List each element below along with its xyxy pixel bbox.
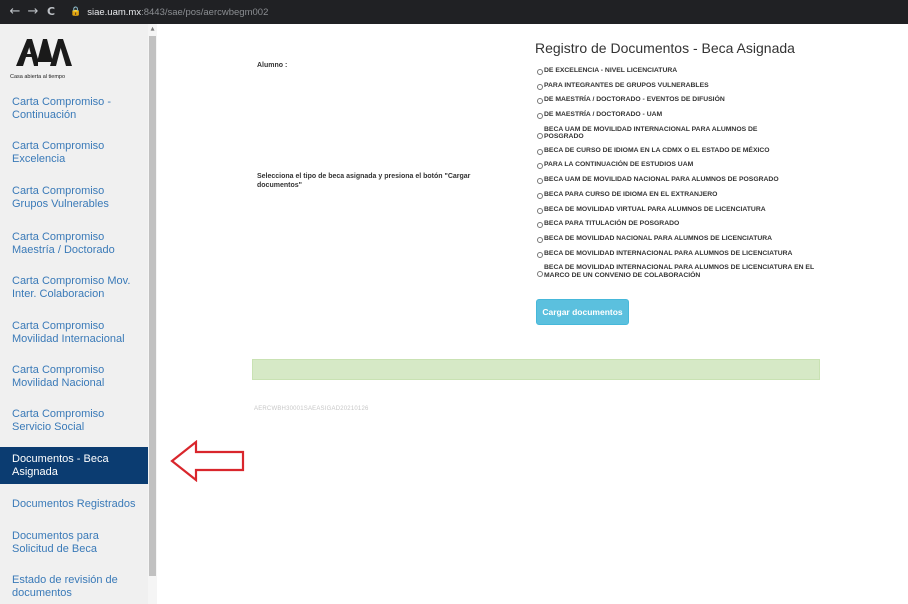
beca-option[interactable]: BECA PARA TITULACIÓN DE POSGRADO <box>537 220 827 229</box>
radio-button[interactable] <box>537 163 543 170</box>
beca-option[interactable]: BECA DE MOVILIDAD INTERNACIONAL PARA ALU… <box>537 250 827 258</box>
beca-option[interactable]: DE MAESTRÍA / DOCTORADO - UAM <box>537 111 827 120</box>
sidebar-item-carta-excelencia[interactable]: Carta Compromiso Excelencia <box>0 140 148 165</box>
radio-button[interactable] <box>537 148 543 155</box>
beca-option-label: BECA DE CURSO DE IDIOMA EN LA CDMX O EL … <box>544 146 770 154</box>
beca-option-label: BECA DE MOVILIDAD INTERNACIONAL PARA ALU… <box>544 264 814 279</box>
sidebar-item-documentos-registrados[interactable]: Documentos Registrados <box>0 498 148 511</box>
reload-icon[interactable]: C <box>42 0 60 24</box>
beca-option[interactable]: BECA DE MOVILIDAD INTERNACIONAL PARA ALU… <box>537 264 827 279</box>
beca-option-label: BECA UAM DE MOVILIDAD NACIONAL PARA ALUM… <box>544 176 779 184</box>
sidebar-item-carta-movilidad-nacional[interactable]: Carta Compromiso Movilidad Nacional <box>0 364 148 389</box>
sidebar-item-documentos-beca-asignada[interactable]: Documentos - Beca Asignada <box>0 447 148 484</box>
sidebar-item-carta-grupos-vulnerables[interactable]: Carta Compromiso Grupos Vulnerables <box>0 185 148 210</box>
sidebar-item-carta-movilidad-internacional[interactable]: Carta Compromiso Movilidad Internacional <box>0 320 148 345</box>
uam-logo-icon <box>16 39 72 66</box>
beca-option-label: BECA DE MOVILIDAD NACIONAL PARA ALUMNOS … <box>544 234 773 242</box>
cargar-documentos-button[interactable]: Cargar documentos <box>536 299 629 325</box>
beca-option[interactable]: DE EXCELENCIA - NIVEL LICENCIATURA <box>537 67 827 75</box>
sidebar-item-carta-maestria-doctorado[interactable]: Carta Compromiso Maestría / Doctorado <box>0 231 148 256</box>
url-path: :8443/sae/pos/aercwbegm002 <box>141 6 269 18</box>
red-arrow-icon <box>170 440 245 482</box>
alumno-label: Alumno : <box>257 62 288 69</box>
beca-option-label: BECA DE MOVILIDAD INTERNACIONAL PARA ALU… <box>544 249 793 257</box>
beca-option[interactable]: BECA UAM DE MOVILIDAD INTERNACIONAL PARA… <box>537 126 827 141</box>
beca-option[interactable]: BECA PARA CURSO DE IDIOMA EN EL EXTRANJE… <box>537 191 827 199</box>
status-alert-bar <box>252 359 820 380</box>
sidebar-scroll-thumb[interactable] <box>149 36 156 576</box>
radio-button[interactable] <box>537 132 543 139</box>
radio-button[interactable] <box>537 178 543 185</box>
radio-button[interactable] <box>537 83 543 90</box>
lock-icon: 🔒 <box>70 7 82 17</box>
beca-option[interactable]: PARA LA CONTINUACIÓN DE ESTUDIOS UAM <box>537 161 827 170</box>
radio-button[interactable] <box>537 222 543 229</box>
back-arrow-icon[interactable]: ← <box>6 0 24 24</box>
beca-option-label: DE MAESTRÍA / DOCTORADO - EVENTOS DE DIF… <box>544 96 725 104</box>
beca-option[interactable]: BECA DE MOVILIDAD NACIONAL PARA ALUMNOS … <box>537 235 827 243</box>
url-host: siae.uam.mx <box>87 6 142 18</box>
beca-option[interactable]: PARA INTEGRANTES DE GRUPOS VULNERABLES <box>537 82 827 90</box>
radio-button[interactable] <box>537 236 543 243</box>
radio-button[interactable] <box>537 69 543 75</box>
sidebar-item-carta-servicio-social[interactable]: Carta Compromiso Servicio Social <box>0 408 148 433</box>
radio-button[interactable] <box>537 207 543 214</box>
logo-tagline: Casa abierta al tiempo <box>10 74 66 80</box>
beca-option-label: PARA LA CONTINUACIÓN DE ESTUDIOS UAM <box>544 161 694 169</box>
instruction-text: Selecciona el tipo de beca asignada y pr… <box>257 173 471 189</box>
beca-option[interactable]: BECA DE CURSO DE IDIOMA EN LA CDMX O EL … <box>537 147 827 155</box>
beca-option-label: DE EXCELENCIA - NIVEL LICENCIATURA <box>544 67 678 74</box>
radio-button[interactable] <box>537 251 543 258</box>
page-title: Registro de Documentos - Beca Asignada <box>535 40 795 56</box>
beca-option-label: PARA INTEGRANTES DE GRUPOS VULNERABLES <box>544 81 709 89</box>
beca-option-label: BECA UAM DE MOVILIDAD INTERNACIONAL PARA… <box>544 125 758 141</box>
sidebar-item-carta-continuacion[interactable]: Carta Compromiso - Continuación <box>0 96 148 121</box>
session-code-text: AERCWBH30001SAEASIGAD20210126 <box>254 406 369 412</box>
sidebar-item-estado-revision[interactable]: Estado de revisión de documentos <box>0 574 148 599</box>
beca-option[interactable]: BECA UAM DE MOVILIDAD NACIONAL PARA ALUM… <box>537 176 827 185</box>
beca-option-label: BECA PARA CURSO DE IDIOMA EN EL EXTRANJE… <box>544 190 718 198</box>
forward-arrow-icon[interactable]: → <box>24 0 42 24</box>
beca-option-label: DE MAESTRÍA / DOCTORADO - UAM <box>544 111 663 119</box>
radio-button[interactable] <box>537 271 543 278</box>
radio-button[interactable] <box>537 192 543 199</box>
sidebar-item-carta-mov-inter-colaboracion[interactable]: Carta Compromiso Mov. Inter. Colaboracio… <box>0 275 148 300</box>
browser-toolbar: ← → C 🔒 siae.uam.mx:8443/sae/pos/aercwbe… <box>0 0 908 24</box>
sidebar-item-documentos-solicitud-beca[interactable]: Documentos para Solicitud de Beca <box>0 530 148 555</box>
beca-option[interactable]: DE MAESTRÍA / DOCTORADO - EVENTOS DE DIF… <box>537 96 827 105</box>
beca-option[interactable]: BECA DE MOVILIDAD VIRTUAL PARA ALUMNOS D… <box>537 206 827 214</box>
scroll-up-icon[interactable]: ▲ <box>149 26 156 34</box>
beca-option-label: BECA PARA TITULACIÓN DE POSGRADO <box>544 220 680 228</box>
beca-options-radio-group: DE EXCELENCIA - NIVEL LICENCIATURA PARA … <box>537 67 827 285</box>
sidebar: Casa abierta al tiempo Carta Compromiso … <box>0 24 148 604</box>
radio-button[interactable] <box>537 113 543 120</box>
radio-button[interactable] <box>537 98 543 105</box>
address-bar[interactable]: siae.uam.mx:8443/sae/pos/aercwbegm002 <box>87 7 268 18</box>
beca-option-label: BECA DE MOVILIDAD VIRTUAL PARA ALUMNOS D… <box>544 205 766 213</box>
